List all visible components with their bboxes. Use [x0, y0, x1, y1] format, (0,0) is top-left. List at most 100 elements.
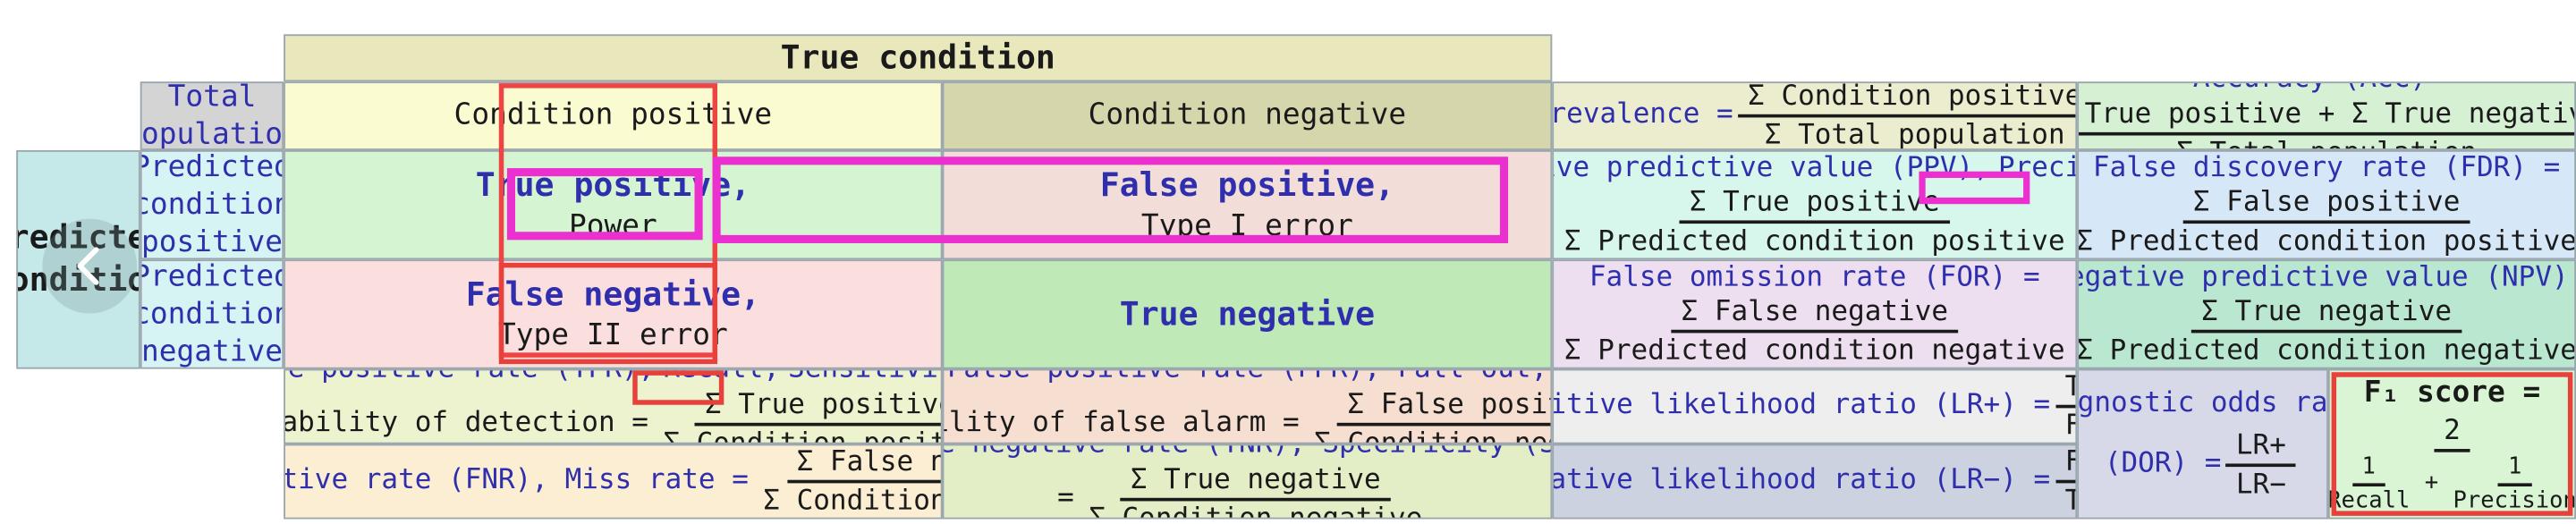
fnr-denominator: Σ Condition positive [763, 485, 943, 518]
fdr-numerator: Σ False positive [2182, 187, 2470, 224]
dor-label-a: Diagnostic odds ratio [2077, 386, 2328, 420]
fpr-denominator: Σ Condition negative [1314, 427, 1550, 444]
ppv-label-row: Positive predictive value (PPV), Precisi… [1554, 151, 2075, 187]
f1-precision-numerator: 1 [2498, 454, 2532, 486]
for-label: False omission rate (FOR) = [1589, 260, 2040, 293]
cell-predicted-condition-positive: Predicted condition positive [140, 149, 284, 260]
for-fraction: Σ False negative Σ Predicted condition n… [1555, 296, 2075, 368]
fpr-numerator: Σ False positive [1337, 388, 1551, 427]
f1-precision-fraction: 1 Precision [2444, 454, 2575, 515]
fnr-numerator: Σ False negative [786, 445, 941, 484]
f1-recall-denominator: Recall [2327, 486, 2411, 514]
cell-lr-minus: Negative likelihood ratio (LR−) = FNR TN… [1552, 444, 2078, 520]
cell-lr-plus: Positive likelihood ratio (LR+) = TPR FP… [1552, 368, 2078, 444]
lr-plus-label: Positive likelihood ratio (LR+) = [1552, 388, 2051, 422]
cell-predicted-condition-negative: Predicted condition negative [140, 259, 284, 369]
prevalence-label: Prevalence = [1552, 97, 1733, 131]
cell-false-positive: False positive, Type I error [942, 149, 1553, 260]
accuracy-numerator: Σ True positive + Σ True negative [2079, 97, 2575, 136]
lr-minus-fraction: FNR TNR [2055, 445, 2076, 518]
false-positive-label: False positive, [1099, 165, 1395, 205]
f1-plus-sign: + [2424, 470, 2439, 497]
f1-recall-fraction: 1 Recall [2327, 454, 2420, 515]
ppv-numerator: Σ True positive [1679, 187, 1950, 224]
true-negative-label: True negative [1119, 293, 1376, 333]
cell-f1-score: F₁ score = 2 1 Recall + 1 Precision [2327, 368, 2576, 520]
confusion-matrix-table: True condition Total population Conditio… [0, 0, 2576, 524]
tpr-label-row: True positive rate (TPR), Recall, Sensit… [285, 368, 941, 388]
accuracy-label: Accuracy (ACC) = [2193, 83, 2461, 97]
tpr-fraction: Σ True positive Σ Condition positive [653, 388, 941, 443]
total-population-line2: population [140, 117, 283, 150]
fpr-fraction: Σ False positive Σ Condition negative [1304, 388, 1551, 444]
fpr-formula-row: probability of false alarm = Σ False pos… [944, 388, 1551, 444]
tpr-recall-highlight: Recall, [663, 368, 780, 385]
fnr-fraction: Σ False negative Σ Condition positive [753, 445, 943, 518]
accuracy-fraction: Σ True positive + Σ True negative Σ Tota… [2079, 97, 2575, 148]
tpr-label-c: probability of detection = [285, 406, 648, 440]
cell-fdr: False discovery rate (FDR) = Σ False pos… [2077, 149, 2576, 260]
cell-tnr: True negative rate (TNR), Specificity (S… [942, 444, 1553, 520]
pcp-line1: Predicted [140, 149, 284, 185]
npv-denominator: Σ Predicted condition negative [2077, 334, 2576, 368]
pcp-line3: positive [140, 224, 283, 260]
tpr-formula-row: probability of detection = Σ True positi… [285, 388, 941, 443]
f1-label: F₁ score = [2363, 375, 2541, 410]
header-true-condition-label: True condition [780, 37, 1055, 77]
lr-minus-label: Negative likelihood ratio (LR−) = [1552, 463, 2051, 497]
false-negative-label: False negative, [465, 275, 760, 314]
tnr-fraction: Σ True negative Σ Condition negative [1079, 463, 1432, 520]
f1-denominator: 1 Recall + 1 Precision [2327, 452, 2575, 515]
ppv-precision-highlight: Precision [1997, 151, 2075, 184]
for-denominator: Σ Predicted condition negative [1563, 334, 2065, 368]
tnr-numerator: Σ True negative [1120, 463, 1391, 502]
cell-false-negative: False negative, Type II error [284, 259, 943, 369]
dor-denominator: LR− [2235, 468, 2286, 502]
fdr-label: False discovery rate (FDR) = [2092, 151, 2561, 184]
cell-fpr: False positive rate (FPR), Fall-out, pro… [942, 368, 1553, 444]
cell-accuracy: Accuracy (ACC) = Σ True positive + Σ Tru… [2077, 81, 2576, 150]
cell-dor: Diagnostic odds ratio (DOR) = LR+ LR− [2077, 368, 2328, 520]
chevron-left-icon [62, 239, 117, 294]
dor-fraction: LR+ LR− [2225, 429, 2296, 502]
prevalence-numerator: Σ Condition positive [1738, 83, 2076, 118]
dor-label-b: (DOR) = [2104, 447, 2222, 480]
lr-minus-numerator: FNR [2055, 445, 2076, 484]
for-numerator: Σ False negative [1671, 296, 1958, 334]
header-true-condition: True condition [284, 34, 1553, 82]
true-positive-sublabel: Power [568, 208, 657, 243]
cell-tpr: True positive rate (TPR), Recall, Sensit… [284, 368, 943, 444]
cell-condition-positive: Condition positive [284, 81, 943, 150]
cell-fnr: False negative rate (FNR), Miss rate = Σ… [284, 444, 943, 520]
lr-plus-fraction: TPR FPR [2055, 370, 2076, 443]
lr-plus-denominator: FPR [2055, 408, 2076, 443]
f1-denominator-row: 1 Recall + 1 Precision [2327, 454, 2575, 515]
dor-numerator: LR+ [2225, 429, 2296, 467]
lr-minus-formula: Negative likelihood ratio (LR−) = FNR TN… [1552, 445, 2076, 518]
cell-true-positive: True positive, Power [284, 149, 943, 260]
cell-ppv: Positive predictive value (PPV), Precisi… [1552, 149, 2078, 260]
prevalence-formula: Prevalence = Σ Condition positive Σ Tota… [1552, 83, 2076, 148]
ppv-denominator: Σ Predicted condition positive [1563, 225, 2065, 259]
f1-recall-numerator: 1 [2351, 454, 2385, 486]
prev-nav-button[interactable] [42, 218, 138, 314]
lr-plus-formula: Positive likelihood ratio (LR+) = TPR FP… [1552, 370, 2076, 443]
false-negative-sublabel: Type II error [497, 317, 728, 352]
tnr-formula-row: = Σ True negative Σ Condition negative [1057, 463, 1437, 520]
condition-negative-label: Condition negative [1088, 98, 1407, 133]
prevalence-fraction: Σ Condition positive Σ Total population [1738, 83, 2076, 148]
fnr-formula: False negative rate (FNR), Miss rate = Σ… [284, 445, 943, 518]
accuracy-denominator: Σ Total population [2166, 135, 2487, 148]
tnr-denominator: Σ Condition negative [1089, 503, 1423, 520]
fpr-label-a: False positive rate (FPR), Fall-out, [946, 368, 1548, 385]
ppv-label-a: Positive predictive value (PPV), [1554, 151, 1990, 184]
tpr-numerator: Σ True positive [695, 388, 941, 427]
tnr-label: True negative rate (TNR), Specificity (S… [944, 444, 1550, 461]
f1-fraction: 2 1 Recall + 1 Precision [2327, 415, 2575, 515]
ppv-fraction: Σ True positive Σ Predicted condition po… [1555, 187, 2075, 258]
fnr-label: False negative rate (FNR), Miss rate = [284, 463, 749, 497]
cell-for: False omission rate (FOR) = Σ False nega… [1552, 259, 2078, 369]
pcn-line2: condition [140, 297, 284, 332]
pcn-line3: negative [140, 334, 283, 369]
tpr-label-a: True positive rate (TPR), [285, 368, 656, 385]
